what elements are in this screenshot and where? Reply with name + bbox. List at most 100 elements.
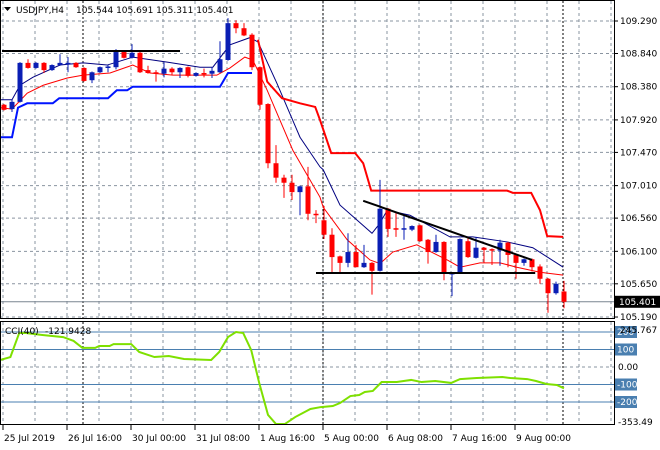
candle-body bbox=[529, 259, 535, 268]
candle-body bbox=[369, 262, 375, 271]
bear-candle bbox=[441, 241, 447, 281]
candle-body bbox=[313, 213, 319, 216]
bear-candle bbox=[185, 66, 191, 78]
candle-body bbox=[25, 62, 31, 68]
price-tick-label: 107.470 bbox=[620, 148, 657, 158]
candle-body bbox=[33, 62, 39, 68]
candle-body bbox=[273, 163, 279, 178]
bear-candle bbox=[369, 262, 375, 295]
price-tick-label: 109.290 bbox=[620, 17, 657, 27]
time-tick-label: 30 Jul 00:00 bbox=[132, 434, 186, 444]
candle-body bbox=[169, 68, 175, 73]
triangle-down-icon[interactable] bbox=[4, 7, 11, 11]
time-tick-label: 1 Aug 16:00 bbox=[260, 434, 315, 444]
bear-candle bbox=[281, 174, 287, 198]
candle-body bbox=[201, 72, 207, 75]
bear-candle bbox=[73, 62, 79, 68]
candle-body bbox=[129, 52, 135, 58]
ohlc-label: 105.544 105.691 105.311 105.401 bbox=[76, 6, 233, 16]
bear-candle bbox=[233, 20, 239, 34]
cci-value: -121.9428 bbox=[45, 327, 91, 337]
bull-candle bbox=[521, 258, 527, 266]
candle-body bbox=[9, 101, 15, 110]
candle-body bbox=[401, 228, 407, 230]
bear-candle bbox=[465, 236, 471, 258]
cci-level-label: -100 bbox=[617, 381, 638, 391]
candle-body bbox=[489, 249, 495, 251]
time-tick-label: 31 Jul 08:00 bbox=[196, 434, 250, 444]
price-axis: 109.290 108.840 108.380 107.920 107.470 107.0… bbox=[614, 17, 660, 428]
bull-candle bbox=[409, 225, 415, 232]
candle-body bbox=[377, 208, 383, 271]
bear-candle bbox=[505, 241, 511, 268]
candle-body bbox=[241, 28, 247, 36]
main-grid bbox=[0, 1, 614, 318]
envelope-lower-line bbox=[0, 71, 252, 139]
candle-body bbox=[17, 62, 23, 102]
bear-candle bbox=[337, 255, 343, 273]
candle-body bbox=[481, 247, 487, 250]
candle-body bbox=[265, 104, 271, 164]
bear-candle bbox=[201, 68, 207, 78]
bear-candle bbox=[153, 70, 159, 82]
cci-grid bbox=[0, 322, 614, 424]
candle-body bbox=[417, 225, 423, 242]
candle-body bbox=[233, 23, 239, 29]
price-tick-label: 105.650 bbox=[620, 280, 657, 290]
candle-body bbox=[385, 208, 391, 229]
candle-body bbox=[145, 70, 151, 73]
descending-trendline[interactable] bbox=[362, 199, 533, 261]
symbol-label: USDJPY,H4 bbox=[16, 6, 64, 16]
candle-body bbox=[185, 67, 191, 76]
trading-chart[interactable]: 109.290 108.840 108.380 107.920 107.470 107.0… bbox=[0, 0, 660, 450]
candle-body bbox=[225, 23, 231, 60]
time-axis: 25 Jul 2019 26 Jul 16:00 30 Jul 00:00 31 Ju… bbox=[2, 425, 571, 444]
bull-candle bbox=[89, 71, 95, 84]
candle-body bbox=[433, 241, 439, 253]
time-tick-label: 9 Aug 00:00 bbox=[516, 434, 571, 444]
candle-body bbox=[457, 239, 463, 273]
candle-body bbox=[441, 241, 447, 273]
candle-body bbox=[329, 234, 335, 258]
candle-body bbox=[41, 62, 47, 71]
candle-body bbox=[105, 66, 111, 68]
bear-candle bbox=[137, 52, 143, 73]
bear-candle bbox=[353, 244, 359, 268]
bear-candle bbox=[145, 65, 151, 74]
bull-candle bbox=[105, 65, 111, 73]
cci-min-label: -353.49 bbox=[618, 418, 653, 428]
candle-body bbox=[177, 67, 183, 73]
bull-candle bbox=[217, 41, 223, 73]
cci-label: CCI(40) bbox=[5, 327, 39, 337]
candle-body bbox=[513, 254, 519, 263]
candle-body bbox=[137, 52, 143, 73]
candle-body bbox=[561, 291, 567, 302]
bull-candle bbox=[497, 239, 503, 266]
candle-body bbox=[281, 177, 287, 183]
candle-body bbox=[57, 62, 63, 66]
bear-candle bbox=[25, 59, 31, 69]
bear-candle bbox=[265, 103, 271, 169]
bull-candle bbox=[209, 67, 215, 79]
chart-header: USDJPY,H4 105.544 105.691 105.311 105.40… bbox=[4, 6, 233, 16]
candles bbox=[1, 18, 567, 313]
time-tick-label: 26 Jul 16:00 bbox=[68, 434, 122, 444]
candle-body bbox=[257, 67, 263, 105]
candle-body bbox=[305, 186, 311, 214]
cci-header: CCI(40) -121.9428 bbox=[5, 327, 91, 337]
price-tick-label: 108.380 bbox=[620, 83, 657, 93]
bear-candle bbox=[529, 258, 535, 272]
candle-body bbox=[409, 226, 415, 230]
bull-candle bbox=[225, 18, 231, 61]
bull-candle bbox=[297, 185, 303, 216]
bull-candle bbox=[33, 62, 39, 69]
bear-candle bbox=[289, 174, 295, 201]
bull-candle bbox=[457, 238, 463, 274]
candle-body bbox=[65, 62, 71, 65]
price-tick-label: 108.840 bbox=[620, 49, 657, 59]
bear-candle bbox=[81, 67, 87, 82]
candle-body bbox=[73, 62, 79, 68]
ma-fast-line bbox=[0, 56, 564, 276]
bull-candle bbox=[113, 49, 119, 70]
bear-candle bbox=[241, 23, 247, 37]
